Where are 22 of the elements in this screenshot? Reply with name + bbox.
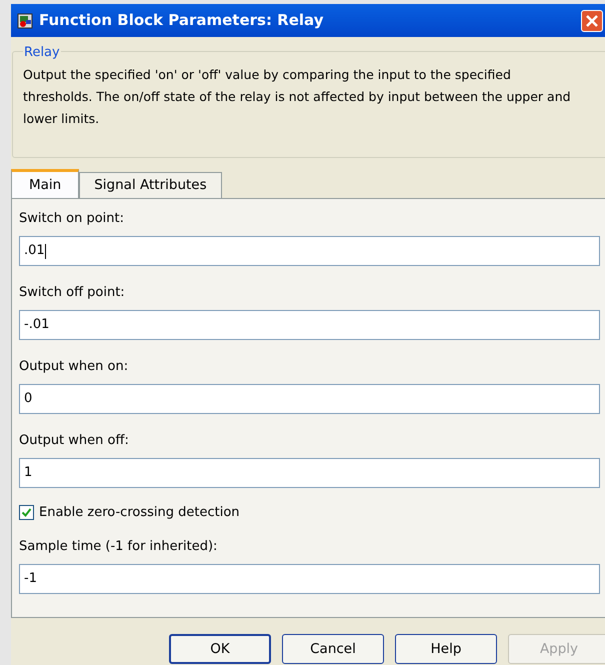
dialog-button[interactable]: OK <box>169 634 271 664</box>
field-label: Output when off: <box>19 432 130 450</box>
input-field[interactable]: -.01 <box>19 310 600 340</box>
input-field[interactable]: .01 <box>19 236 600 266</box>
field-label: Switch on point: <box>19 210 125 228</box>
window-title: Function Block Parameters: Relay <box>39 10 324 32</box>
block-diagram-icon <box>17 12 33 28</box>
tab[interactable]: Main <box>11 169 80 198</box>
field-label: Switch off point: <box>19 284 126 302</box>
input-field[interactable]: 1 <box>19 458 600 488</box>
checkbox[interactable] <box>19 505 34 520</box>
tab[interactable]: Signal Attributes <box>79 172 222 198</box>
checkbox-label: Enable zero-crossing detection <box>39 504 240 522</box>
close-icon <box>586 14 598 26</box>
input-field[interactable]: -1 <box>19 564 600 594</box>
field-label: Output when on: <box>19 358 130 376</box>
close-button[interactable] <box>581 10 603 32</box>
dialog-button[interactable]: Help <box>395 634 497 664</box>
field-label: Sample time (-1 for inherited): <box>19 538 218 556</box>
description-text: Output the specified 'on' or 'off' value by comparing the input to the specified thresholds. The on/off state of the relay is not affected by input between the upper and lower limits. <box>23 66 572 128</box>
input-field[interactable]: 0 <box>19 384 600 414</box>
dialog-button[interactable]: Cancel <box>282 634 384 664</box>
